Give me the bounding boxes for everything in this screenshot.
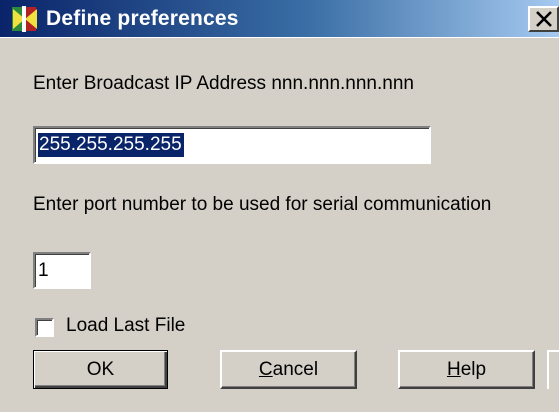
- title-bar[interactable]: Define preferences: [0, 0, 559, 38]
- window-title: Define preferences: [46, 7, 239, 30]
- cancel-access-key: C: [258, 359, 273, 380]
- ok-button-label: OK: [86, 359, 115, 380]
- port-number-value: 1: [38, 260, 49, 281]
- ip-address-input[interactable]: 255.255.255.255: [33, 126, 431, 164]
- app-icon: [10, 4, 40, 34]
- cancel-button[interactable]: Cancel: [220, 350, 357, 389]
- cancel-button-label: ancel: [272, 359, 319, 380]
- ip-address-label: Enter Broadcast IP Address nnn.nnn.nnn.n…: [33, 73, 414, 94]
- partial-button[interactable]: [547, 350, 559, 389]
- close-icon: [536, 11, 552, 27]
- ok-button[interactable]: OK: [33, 350, 168, 389]
- help-button-label: elp: [460, 359, 487, 380]
- help-access-key: H: [446, 359, 461, 380]
- port-number-label: Enter port number to be used for serial …: [33, 194, 492, 215]
- load-last-file-label: Load Last File: [66, 315, 186, 336]
- ip-address-value: 255.255.255.255: [38, 133, 184, 157]
- help-button[interactable]: Help: [398, 350, 535, 389]
- port-number-input[interactable]: 1: [33, 252, 91, 289]
- close-button[interactable]: [528, 6, 559, 32]
- load-last-file-checkbox[interactable]: [35, 318, 54, 337]
